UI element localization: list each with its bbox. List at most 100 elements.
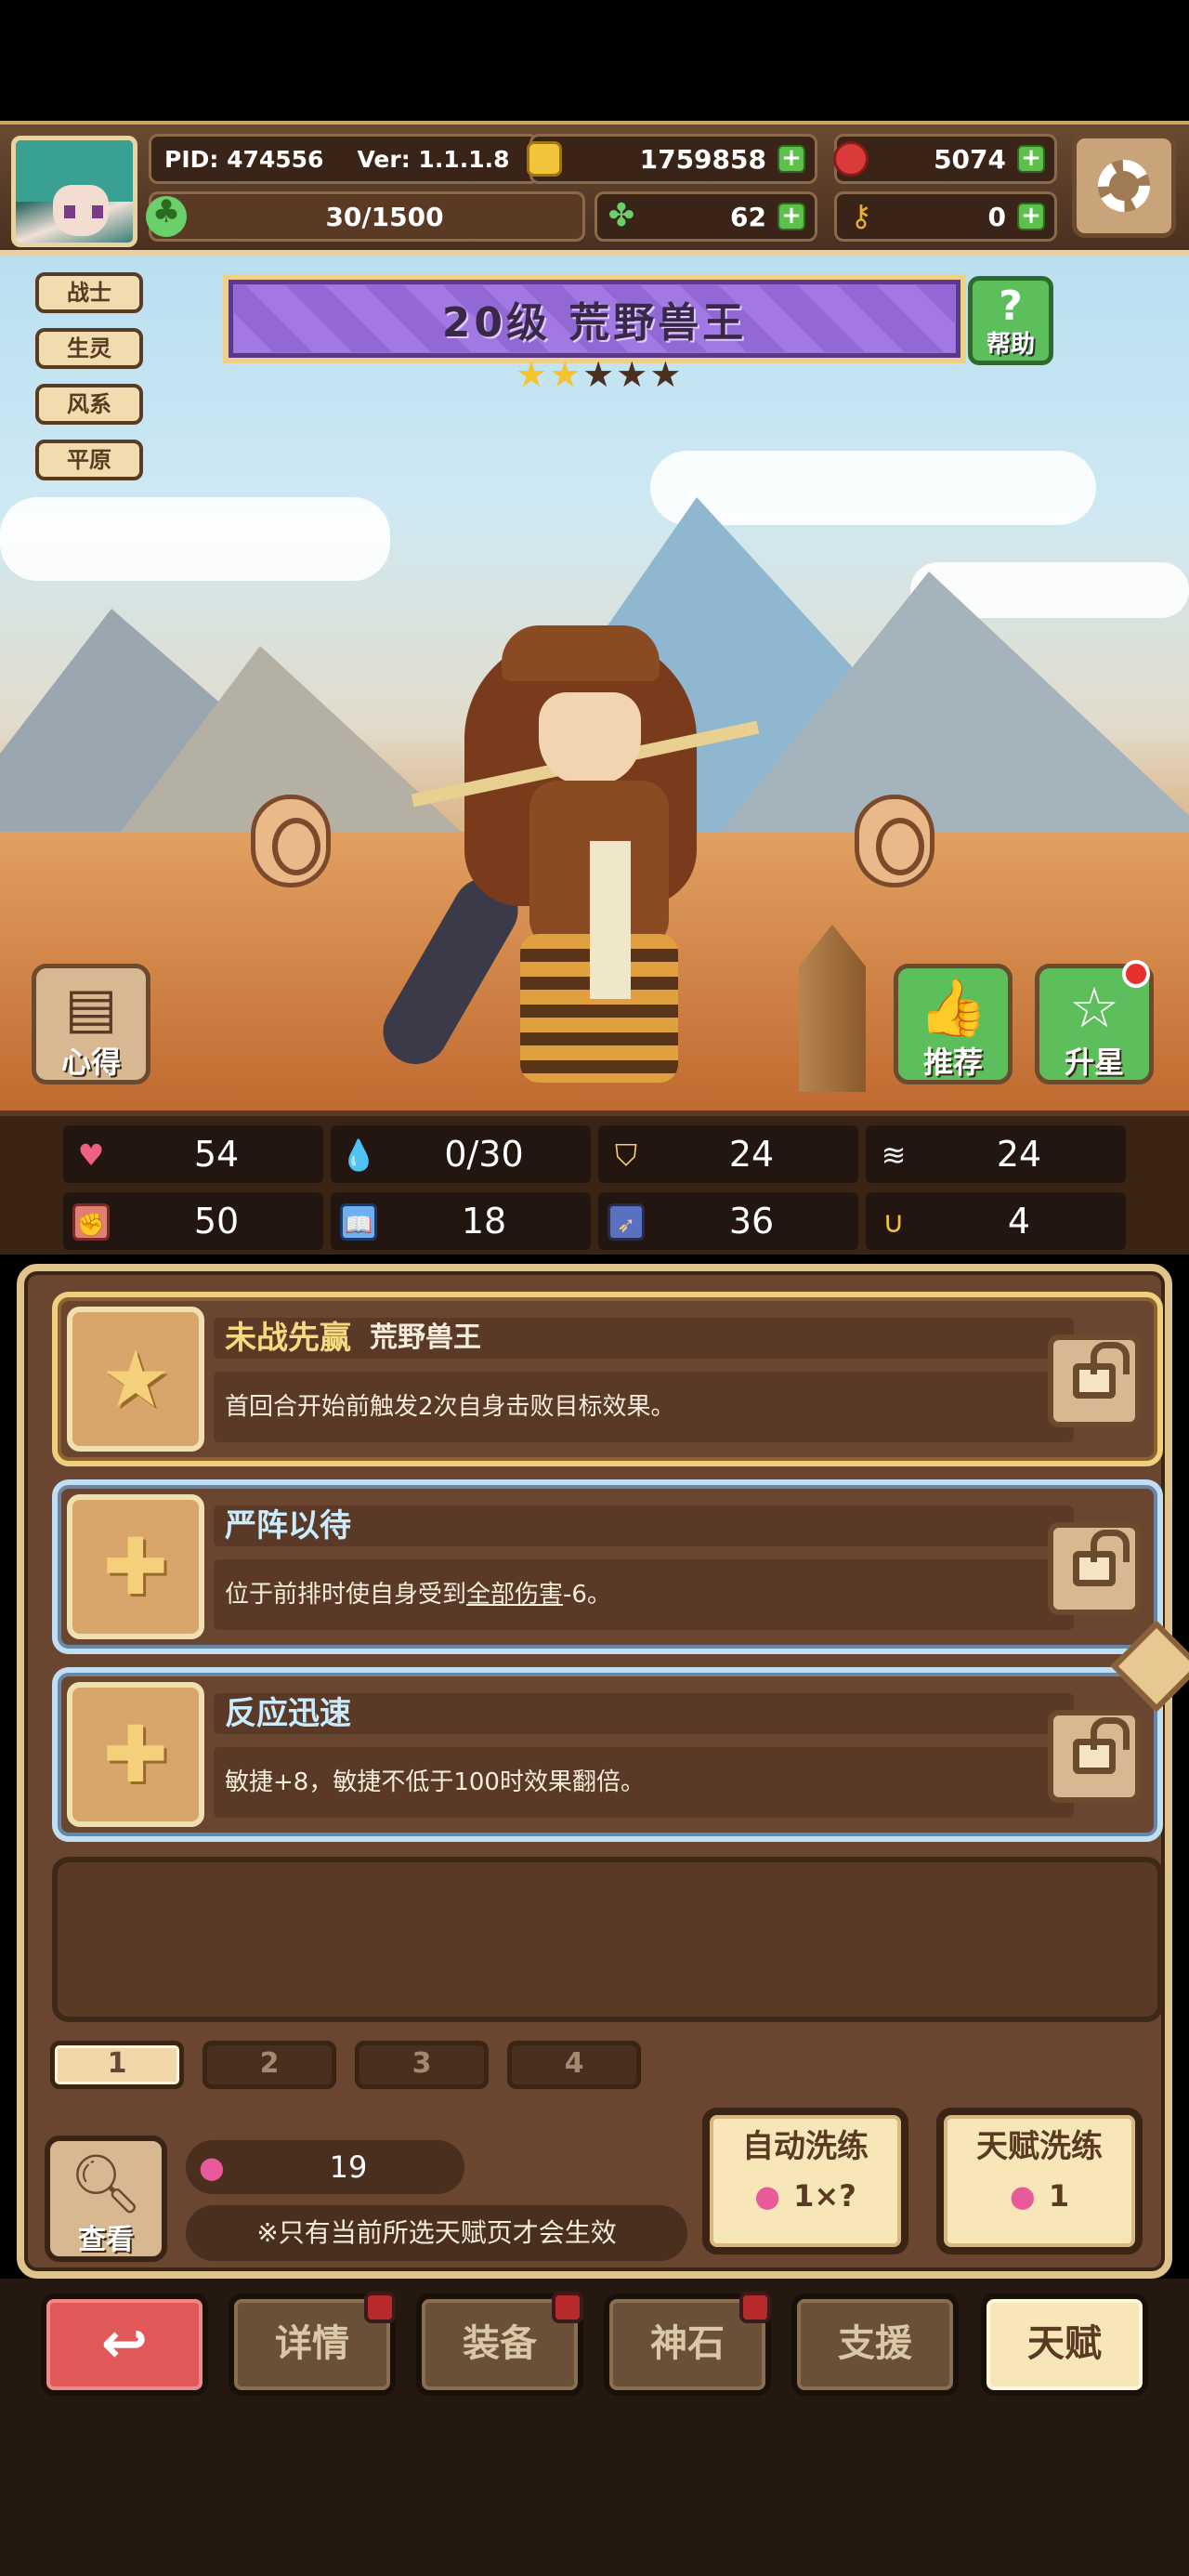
- status-bar-area: [0, 0, 1189, 121]
- back-button[interactable]: ↩: [41, 2293, 208, 2396]
- wing-icon: ≋: [881, 1137, 907, 1173]
- nav-equipment[interactable]: 装备: [416, 2292, 583, 2396]
- nav-label: 神石: [650, 2322, 725, 2365]
- help-label: 帮助: [986, 331, 1035, 359]
- gem-bar: 5074 +: [833, 134, 1057, 184]
- stamina-clover-icon: ♣: [146, 196, 187, 237]
- gold-amount: 1759858: [639, 143, 766, 175]
- star-rating: ★ ★ ★ ★ ★: [516, 356, 681, 393]
- book-icon: 📖: [340, 1203, 377, 1241]
- stat-value: 18: [461, 1201, 507, 1242]
- clover-icon: ✤: [608, 197, 635, 234]
- tag-class[interactable]: 战士: [35, 272, 143, 313]
- stat-value: 4: [1007, 1201, 1031, 1242]
- settings-button[interactable]: [1072, 134, 1176, 238]
- talent-slot-3[interactable]: ✚ 反应迅速 敏捷+8，敏捷不低于100时效果翻倍。: [52, 1667, 1163, 1842]
- nav-godstone[interactable]: 神石: [604, 2292, 771, 2396]
- talent-name: 严阵以待: [225, 1507, 351, 1544]
- star-empty-icon: ★: [582, 354, 615, 395]
- talent-slot-2[interactable]: ✚ 严阵以待 位于前排时使自身受到全部伤害-6。: [52, 1479, 1163, 1654]
- unlock-icon: [1073, 1717, 1130, 1774]
- add-gold-button[interactable]: +: [777, 145, 805, 173]
- fist-icon: ✊: [72, 1203, 110, 1241]
- star-empty-icon: ★: [649, 354, 682, 395]
- recommend-label: 推荐: [922, 1045, 983, 1080]
- mana-drop-icon: 💧: [340, 1137, 377, 1173]
- stat-value: 24: [996, 1134, 1042, 1175]
- stats-bar: ♥ 54 💧 0/30 ⛉ 24 ≋ 24 ✊ 50 📖 18 ➶ 36 ∪ 4: [0, 1111, 1189, 1255]
- talent-name: 反应迅速: [225, 1695, 351, 1732]
- tag-race[interactable]: 生灵: [35, 328, 143, 369]
- bottom-navigation: ↩ 详情 装备 神石 支援 天赋: [0, 2279, 1189, 2576]
- unlock-icon: [1073, 1342, 1130, 1399]
- talent-reroll-button[interactable]: 天赋洗练 ● 1: [936, 2108, 1143, 2254]
- stat-intelligence: 📖 18: [331, 1192, 591, 1250]
- notification-dot: [364, 2292, 396, 2323]
- character-title-banner: 20级 荒野兽王: [223, 274, 966, 363]
- recommend-button[interactable]: 👍 推荐: [894, 964, 1013, 1084]
- auto-reroll-cost: 1×?: [793, 2178, 856, 2214]
- view-button[interactable]: 🔍︎ 查看: [45, 2136, 167, 2262]
- view-label: 查看: [78, 2224, 134, 2256]
- add-keys-button[interactable]: +: [1017, 203, 1045, 230]
- cloud: [0, 497, 390, 581]
- coin-icon: [527, 141, 562, 177]
- shield-icon: ⛉: [614, 1137, 637, 1173]
- talent-lock-button[interactable]: [1048, 1334, 1141, 1427]
- key-amount: 0: [987, 201, 1006, 232]
- notification-dot: [1122, 960, 1150, 988]
- fruit-counter: ● 19: [186, 2140, 464, 2194]
- character-level-name: 20级 荒野兽王: [441, 299, 748, 347]
- fruit-icon: ●: [199, 2149, 225, 2185]
- talent-page-tab-4[interactable]: 4: [507, 2041, 641, 2089]
- add-clovers-button[interactable]: +: [777, 203, 805, 230]
- return-arrow-icon: ↩: [100, 2311, 149, 2376]
- game-version: Ver: 1.1.1.8: [357, 145, 510, 173]
- next-character-button[interactable]: [855, 795, 934, 887]
- notebook-icon: ▤: [64, 976, 118, 1041]
- talent-page-tab-1[interactable]: 1: [50, 2041, 184, 2089]
- gem-icon: [833, 141, 869, 177]
- nav-support[interactable]: 支援: [791, 2293, 959, 2396]
- heart-icon: ♥: [77, 1137, 105, 1173]
- talent-reroll-label: 天赋洗练: [976, 2128, 1103, 2165]
- tag-element[interactable]: 风系: [35, 384, 143, 425]
- stat-value: 24: [728, 1134, 775, 1175]
- star-filled-icon: ★: [516, 354, 548, 395]
- talent-lock-button[interactable]: [1048, 1522, 1141, 1615]
- stat-speed: ➶ 36: [598, 1192, 858, 1250]
- auto-reroll-button[interactable]: 自动洗练 ● 1×?: [702, 2108, 908, 2254]
- help-button[interactable]: ? 帮助: [968, 276, 1053, 365]
- nav-talent[interactable]: 天赋: [981, 2293, 1148, 2396]
- stat-attack: ✊ 50: [63, 1192, 323, 1250]
- cross-icon: ✚: [102, 1709, 169, 1800]
- tag-terrain[interactable]: 平原: [35, 440, 143, 480]
- stat-luck: ∪ 4: [866, 1192, 1126, 1250]
- stamina-value: 30/1500: [325, 201, 444, 232]
- nav-label: 装备: [463, 2322, 537, 2365]
- talent-slot-1[interactable]: ★ 未战先赢 荒野兽王 首回合开始前触发2次自身击败目标效果。: [52, 1292, 1163, 1466]
- gem-amount: 5074: [934, 143, 1006, 175]
- fruit-count-value: 19: [329, 2149, 368, 2185]
- thumbs-up-icon: 👍: [918, 976, 988, 1041]
- nav-label: 天赋: [1027, 2322, 1102, 2365]
- player-avatar[interactable]: [11, 136, 137, 247]
- talent-description: 敏捷+8，敏捷不低于100时效果翻倍。: [225, 1768, 645, 1796]
- talent-page-tab-3[interactable]: 3: [355, 2041, 489, 2089]
- notes-button[interactable]: ▤ 心得: [32, 964, 150, 1084]
- talent-lock-button[interactable]: [1048, 1710, 1141, 1803]
- add-gems-button[interactable]: +: [1017, 145, 1045, 173]
- talent-reroll-cost: 1: [1048, 2178, 1070, 2214]
- damage-keyword-link[interactable]: 全部伤害: [466, 1581, 563, 1609]
- talent-page-note: ※只有当前所选天赋页才会生效: [186, 2205, 687, 2261]
- fruit-icon: ●: [754, 2178, 781, 2214]
- character-sprite: [371, 625, 790, 1092]
- stat-agility: ≋ 24: [866, 1125, 1126, 1183]
- stat-mana: 💧 0/30: [331, 1125, 591, 1183]
- key-icon: ⚷: [850, 198, 872, 233]
- stat-value: 50: [193, 1201, 240, 1242]
- nav-details[interactable]: 详情: [229, 2292, 396, 2396]
- prev-character-button[interactable]: [251, 795, 331, 887]
- stat-hp: ♥ 54: [63, 1125, 323, 1183]
- talent-page-tab-2[interactable]: 2: [203, 2041, 336, 2089]
